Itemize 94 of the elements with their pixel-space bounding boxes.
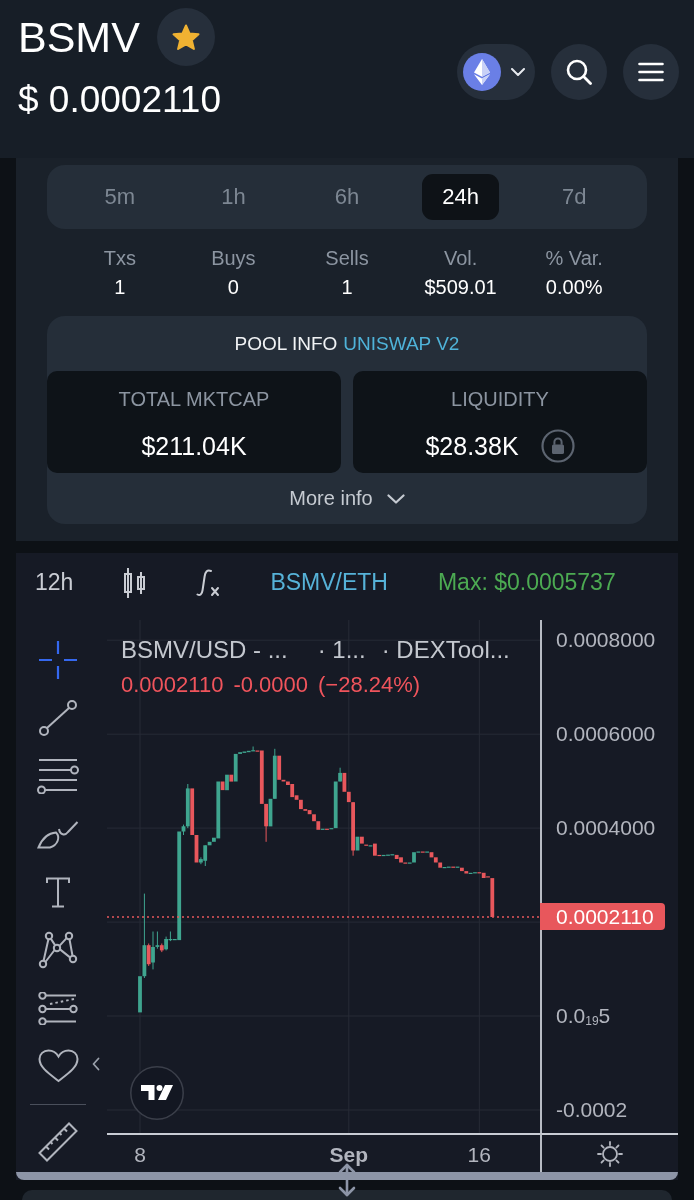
candlestick — [233, 753, 238, 782]
metric-label: TOTAL MKTCAP — [118, 387, 270, 411]
candlestick — [229, 774, 234, 782]
candlestick — [433, 857, 438, 863]
pool-info-title: POOL INFO — [234, 332, 338, 355]
stat-label: Buys — [211, 246, 256, 270]
chevron-down-icon — [511, 68, 525, 76]
stat-value: 1 — [114, 275, 126, 299]
network-selector[interactable] — [457, 44, 535, 100]
candlestick — [412, 852, 416, 863]
candlestick — [212, 837, 216, 842]
text-tool-icon[interactable] — [45, 876, 71, 908]
stat-value: 1 — [341, 275, 353, 299]
menu-button[interactable] — [623, 44, 679, 100]
crosshair-icon[interactable] — [39, 641, 77, 679]
ruler-icon[interactable] — [38, 1122, 78, 1162]
metric-value: $28.38K — [425, 431, 519, 462]
search-icon — [566, 59, 592, 85]
price-axis-label: -0.0002 — [555, 1098, 628, 1122]
token-symbol: BSMV — [18, 12, 140, 63]
candlestick — [481, 872, 486, 878]
price-change: -0.0000 — [233, 672, 308, 698]
candlestick — [277, 755, 282, 780]
chart-source: · DEXTool... — [381, 637, 510, 663]
pattern-icon[interactable] — [38, 931, 78, 969]
price-axis-label: 0.0$_{19}$5 — [555, 1004, 611, 1030]
chevron-left-icon[interactable] — [92, 1057, 100, 1071]
max-price: Max: $0.0005737 — [437, 569, 616, 596]
candlestick — [464, 871, 469, 874]
pair-link[interactable]: BSMV/ETH — [270, 569, 388, 596]
candlestick — [290, 784, 295, 798]
time-axis-label: Sep — [329, 1143, 369, 1167]
candlestick — [190, 788, 195, 835]
candlestick — [490, 878, 495, 917]
stat-label: Txs — [103, 246, 136, 270]
stat-label: Vol. — [443, 246, 478, 270]
horizontal-lines-icon[interactable] — [37, 758, 79, 794]
timeframe-tab[interactable]: 7d — [535, 174, 613, 220]
timeframe-tab[interactable]: 1h — [194, 174, 272, 220]
candlestick — [220, 781, 225, 791]
candlestick — [346, 791, 351, 803]
percent-change: (−28.24%) — [318, 672, 421, 698]
stat-label: Sells — [325, 246, 369, 270]
interval-button[interactable]: 12h — [35, 569, 74, 596]
chevron-down-icon — [386, 493, 405, 504]
stat-value: 0 — [227, 275, 239, 299]
menu-icon — [638, 62, 664, 82]
time-axis-label: 16 — [467, 1143, 491, 1167]
last-price-tag: 0.0002110 — [540, 903, 665, 931]
price-axis-label: 0.0004000 — [555, 816, 656, 841]
timeframe-tab[interactable]: 6h — [308, 174, 386, 220]
more-info-button[interactable]: More info — [287, 483, 407, 514]
brush-icon[interactable] — [37, 819, 79, 849]
stat-label: % Var. — [545, 246, 603, 270]
line-tool-icon[interactable] — [39, 700, 77, 736]
candlestick — [281, 779, 286, 782]
search-button[interactable] — [551, 44, 607, 100]
stat-value: 0.00% — [545, 275, 603, 299]
candlestick — [138, 976, 142, 1013]
levels-icon[interactable] — [38, 991, 78, 1025]
candlestick — [333, 781, 338, 829]
candlestick — [312, 814, 316, 822]
candlestick — [307, 810, 312, 815]
logo-icon[interactable] — [130, 1066, 184, 1120]
candlestick — [373, 843, 377, 856]
candlestick — [299, 799, 303, 810]
candlestick — [360, 836, 364, 844]
function-icon[interactable] — [196, 568, 221, 597]
candlestick — [225, 774, 229, 791]
settings-icon[interactable] — [597, 1140, 623, 1167]
candlestick — [399, 857, 403, 863]
price-axis-label: 0.0008000 — [555, 628, 656, 653]
candlestick — [438, 862, 443, 868]
candlestick — [460, 867, 464, 872]
candlestick — [394, 854, 399, 859]
candlestick — [259, 750, 264, 804]
stat-value: $509.01 — [424, 275, 497, 299]
candlestick — [177, 831, 182, 941]
candlestick — [316, 821, 321, 830]
candlestick — [207, 841, 212, 846]
metric-label: LIQUIDITY — [451, 387, 549, 411]
candlestick — [216, 781, 221, 839]
price-axis-label: 0.0006000 — [555, 722, 656, 747]
chart-symbol: BSMV/USD - ... — [121, 637, 288, 663]
heart-icon[interactable] — [37, 1049, 79, 1083]
timeframe-tab[interactable]: 5m — [81, 174, 159, 220]
metric-value: $211.04K — [141, 431, 247, 462]
token-price: $ 0.0002110 — [18, 79, 221, 121]
exchange-link[interactable]: UNISWAP V2 — [343, 332, 460, 355]
candles-icon[interactable] — [123, 566, 147, 599]
chart-interval: · 1... — [317, 637, 366, 663]
timeframe-tab[interactable]: 24h — [422, 174, 500, 220]
last-price-value: 0.0002110 — [121, 672, 224, 698]
time-axis-label: 8 — [134, 1143, 146, 1167]
